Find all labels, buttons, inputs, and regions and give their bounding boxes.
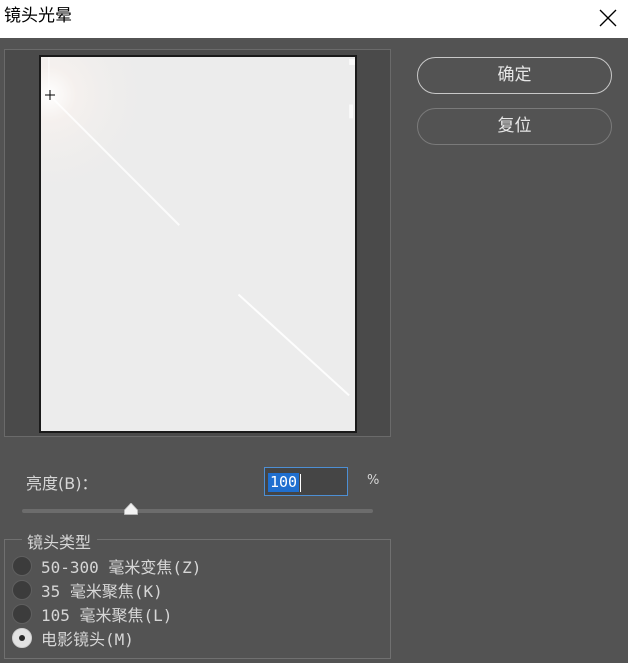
lens-option-zoom[interactable]: 50-300 毫米变焦(Z) [12, 555, 201, 577]
dialog-title: 镜头光晕 [4, 6, 72, 26]
lens-option-movie[interactable]: 电影镜头(M) [12, 627, 134, 649]
brightness-slider-track[interactable] [22, 509, 373, 513]
preview-frame [4, 49, 391, 437]
text-caret [300, 473, 302, 492]
lens-type-legend: 镜头类型 [22, 533, 98, 553]
lens-option-label: 50-300 毫米变焦(Z) [41, 558, 202, 577]
title-bar: 镜头光晕 [0, 0, 628, 38]
triangle-up-icon [123, 503, 138, 515]
lens-option-35mm[interactable]: 35 毫米聚焦(K) [12, 579, 163, 601]
lens-option-label: 电影镜头(M) [41, 630, 134, 649]
flare-center-marker[interactable] [45, 90, 55, 100]
ok-button[interactable]: 确定 [417, 57, 612, 94]
brightness-unit: % [367, 473, 380, 488]
brightness-label: 亮度(B)： [26, 474, 98, 493]
lens-option-label: 105 毫米聚焦(L) [41, 606, 173, 625]
radio-button[interactable] [12, 604, 32, 624]
reset-button[interactable]: 复位 [417, 108, 612, 145]
radio-button[interactable] [12, 556, 32, 576]
close-icon [599, 9, 617, 27]
radio-button[interactable] [12, 580, 32, 600]
crosshair-icon [45, 90, 55, 100]
brightness-input[interactable]: 100 [264, 467, 348, 496]
radio-button[interactable] [12, 628, 32, 648]
brightness-slider-thumb[interactable] [123, 503, 138, 515]
lens-option-label: 35 毫米聚焦(K) [41, 582, 163, 601]
brightness-value: 100 [268, 473, 300, 492]
lens-flare-preview [41, 57, 355, 431]
close-button[interactable] [596, 6, 620, 30]
lens-option-105mm[interactable]: 105 毫米聚焦(L) [12, 603, 172, 625]
preview-canvas[interactable] [39, 55, 357, 433]
